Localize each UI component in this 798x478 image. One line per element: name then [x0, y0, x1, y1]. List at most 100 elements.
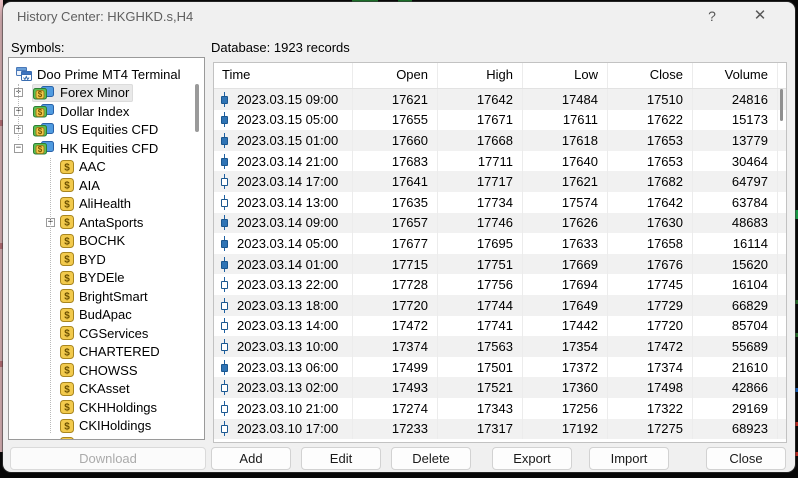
- edit-button[interactable]: Edit: [301, 447, 381, 470]
- column-header-time[interactable]: Time: [214, 63, 353, 88]
- tree-item[interactable]: $CHARTERED: [9, 343, 204, 362]
- table-row[interactable]: 2023.03.14 21:00176831771117640176533046…: [214, 151, 786, 172]
- tree-item[interactable]: +$Forex Minor: [9, 84, 204, 103]
- column-header-volume[interactable]: Volume: [693, 63, 778, 88]
- candle-up-icon: [220, 277, 229, 292]
- table-row[interactable]: 2023.03.15 09:00176211764217484175102481…: [214, 89, 786, 110]
- column-header-low[interactable]: Low: [523, 63, 608, 88]
- tree-node-body[interactable]: $BudApac: [59, 306, 136, 325]
- delete-button[interactable]: Delete: [391, 447, 471, 470]
- close-cell: 17322: [608, 398, 693, 419]
- help-button[interactable]: ?: [695, 4, 729, 28]
- column-header-close[interactable]: Close: [608, 63, 693, 88]
- tree-item[interactable]: $CLPHoldings: [9, 435, 204, 440]
- tree-node-body[interactable]: $Forex Minor: [32, 84, 133, 103]
- column-header-high[interactable]: High: [438, 63, 523, 88]
- table-row[interactable]: 2023.03.13 10:00173741756317354174725568…: [214, 336, 786, 357]
- history-table-panel: TimeOpenHighLowCloseVolume 2023.03.15 09…: [213, 62, 787, 443]
- tree-item[interactable]: $BrightSmart: [9, 287, 204, 306]
- tree-node-body[interactable]: $BYDEle: [59, 269, 129, 288]
- add-button[interactable]: Add: [211, 447, 291, 470]
- tree-collapse-minus-icon[interactable]: −: [14, 144, 23, 153]
- close-button[interactable]: Close: [706, 447, 786, 470]
- tree-node-body[interactable]: $Dollar Index: [32, 102, 133, 121]
- table-row[interactable]: 2023.03.13 14:00174721774117442177208570…: [214, 316, 786, 337]
- group-icon: $: [33, 123, 55, 137]
- table-scrollbar-thumb[interactable]: [780, 89, 783, 121]
- tree-node-body[interactable]: $AliHealth: [59, 195, 135, 214]
- tree-item[interactable]: +$Dollar Index: [9, 102, 204, 121]
- tree-item[interactable]: $AIA: [9, 176, 204, 195]
- tree-node-body[interactable]: $CHARTERED: [59, 343, 164, 362]
- close-cell: 17510: [608, 89, 693, 110]
- tree-item[interactable]: +$AntaSports: [9, 213, 204, 232]
- table-row[interactable]: 2023.03.10 17:00172331731717192172756892…: [214, 419, 786, 440]
- column-header-open[interactable]: Open: [353, 63, 438, 88]
- table-row[interactable]: 2023.03.15 05:00176551767117611176221517…: [214, 110, 786, 131]
- candle-up-icon: [220, 174, 229, 189]
- table-row[interactable]: 2023.03.14 05:00176771769517633176581611…: [214, 233, 786, 254]
- tree-item[interactable]: $CKIHoldings: [9, 417, 204, 436]
- tree-item[interactable]: Doo Prime MT4 Terminal: [9, 65, 204, 84]
- tree-item[interactable]: $BYDEle: [9, 269, 204, 288]
- import-button[interactable]: Import: [589, 447, 669, 470]
- tree-node-body[interactable]: $HK Equities CFD: [32, 139, 162, 158]
- table-row[interactable]: 2023.03.13 18:00177201774417649177296682…: [214, 295, 786, 316]
- close-cell: 17275: [608, 419, 693, 440]
- tree-node-body[interactable]: $AntaSports: [59, 213, 147, 232]
- tree-item-label: HK Equities CFD: [60, 141, 158, 156]
- tree-node-body[interactable]: $CLPHoldings: [59, 435, 159, 440]
- tree-node-body[interactable]: $CKAsset: [59, 380, 134, 399]
- tree-node-body[interactable]: $CKIHoldings: [59, 417, 155, 436]
- tree-item[interactable]: $CHOWSS: [9, 361, 204, 380]
- table-row[interactable]: 2023.03.14 13:00176351773417574176426378…: [214, 192, 786, 213]
- tree-node-body[interactable]: $CGServices: [59, 324, 152, 343]
- tree-item[interactable]: +$US Equities CFD: [9, 121, 204, 140]
- tree-item[interactable]: $CKAsset: [9, 380, 204, 399]
- tree-node-body[interactable]: Doo Prime MT4 Terminal: [15, 65, 185, 84]
- bar-time: 2023.03.14 05:00: [237, 236, 338, 251]
- table-row[interactable]: 2023.03.15 01:00176601766817618176531377…: [214, 130, 786, 151]
- volume-cell: 55689: [693, 336, 778, 357]
- tree-node-body[interactable]: $BYD: [59, 250, 110, 269]
- table-row[interactable]: 2023.03.13 02:00174931752117360174984286…: [214, 377, 786, 398]
- open-cell: 17657: [353, 213, 438, 234]
- tree-item[interactable]: $BYD: [9, 250, 204, 269]
- tree-node-body[interactable]: $AAC: [59, 158, 110, 177]
- volume-cell: 64797: [693, 171, 778, 192]
- download-button[interactable]: Download: [10, 447, 206, 470]
- tree-item[interactable]: $AAC: [9, 158, 204, 177]
- table-row[interactable]: 2023.03.13 06:00174991750117372173742161…: [214, 357, 786, 378]
- tree-node-body[interactable]: $US Equities CFD: [32, 121, 162, 140]
- tree-item[interactable]: $BudApac: [9, 306, 204, 325]
- time-cell: 2023.03.14 17:00: [214, 171, 353, 192]
- tree-node-body[interactable]: $CHOWSS: [59, 361, 142, 380]
- volume-cell: 85704: [693, 316, 778, 337]
- export-button[interactable]: Export: [492, 447, 572, 470]
- tree-item[interactable]: $CKHHoldings: [9, 398, 204, 417]
- history-center-dialog: History Center: HKGHKD.s,H4 ? ✕ Symbols:…: [3, 2, 795, 472]
- tree-item-label: CHARTERED: [79, 344, 160, 359]
- svg-text:$: $: [64, 255, 70, 266]
- tree-node-body[interactable]: $AIA: [59, 176, 104, 195]
- tree-node-body[interactable]: $BrightSmart: [59, 287, 152, 306]
- tree-node-body[interactable]: $CKHHoldings: [59, 398, 161, 417]
- table-row[interactable]: 2023.03.14 09:00176571774617626176304868…: [214, 213, 786, 234]
- svg-text:$: $: [38, 108, 43, 117]
- tree-item[interactable]: $BOCHK: [9, 232, 204, 251]
- tree-node-body[interactable]: $BOCHK: [59, 232, 129, 251]
- tree-item[interactable]: −$HK Equities CFD: [9, 139, 204, 158]
- svg-text:$: $: [64, 162, 70, 173]
- table-row[interactable]: 2023.03.14 17:00176411771717621176826479…: [214, 171, 786, 192]
- low-cell: 17611: [523, 110, 608, 131]
- table-row[interactable]: 2023.03.10 21:00172741734317256173222916…: [214, 398, 786, 419]
- table-row[interactable]: 2023.03.13 22:00177281775617694177451610…: [214, 274, 786, 295]
- titlebar[interactable]: History Center: HKGHKD.s,H4 ? ✕: [3, 2, 795, 30]
- tree-item[interactable]: $CGServices: [9, 324, 204, 343]
- table-row[interactable]: 2023.03.14 01:00177151775117669176761562…: [214, 254, 786, 275]
- close-window-icon[interactable]: ✕: [743, 4, 777, 28]
- tree-item[interactable]: $AliHealth: [9, 195, 204, 214]
- tree-scrollbar-thumb[interactable]: [195, 84, 199, 132]
- open-cell: 17274: [353, 398, 438, 419]
- screen-background: History Center: HKGHKD.s,H4 ? ✕ Symbols:…: [0, 0, 798, 478]
